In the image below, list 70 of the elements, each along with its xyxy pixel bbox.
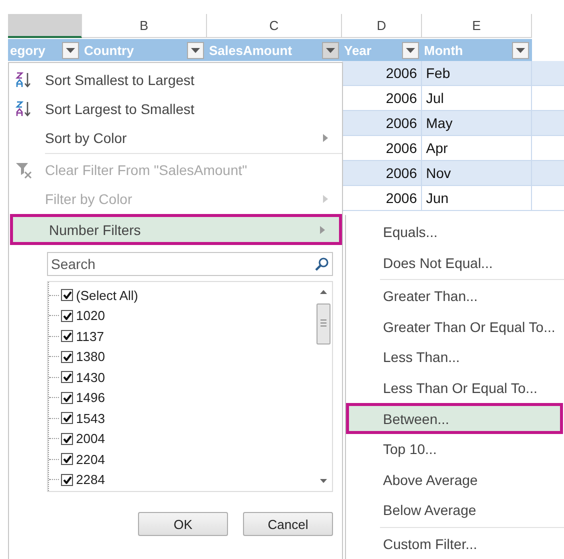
ok-button[interactable]: OK [138,512,228,536]
month-cell: Feb [422,61,532,85]
value-label: 1496 [76,390,105,406]
menu-item[interactable]: Does Not Equal... [346,248,564,278]
search-field[interactable]: Search [47,252,333,276]
filter-dropdown-button[interactable] [62,42,79,58]
header-label: egory [10,42,46,58]
value-label: 1430 [76,370,105,385]
submenu-arrow-icon [320,226,325,234]
dropdown-caret-icon [406,48,415,52]
checkbox[interactable] [61,371,73,384]
clear-filter-icon [15,160,33,178]
menu-item[interactable]: Equals... [346,217,564,248]
month-cell: Jun [422,186,532,210]
menu-item[interactable]: Top 10... [346,434,564,464]
checkbox[interactable] [61,289,73,302]
checkbox[interactable] [61,392,73,404]
month-cell: Apr [422,136,532,160]
column-header[interactable]: E [422,14,532,38]
cancel-button[interactable]: Cancel [243,512,333,536]
menu-item[interactable]: Greater Than Or Equal To... [346,312,564,342]
header-label: Month [424,42,463,58]
menu-item[interactable]: Between... [346,403,563,434]
value-label: 1543 [76,410,105,426]
submenu-arrow-icon [323,194,328,202]
month-cell: Nov [422,161,532,185]
menu-item[interactable]: Less Than... [346,342,564,372]
header-label: Year [344,42,372,58]
checkbox[interactable] [61,310,73,322]
menu-item[interactable]: Custom Filter... [346,528,564,559]
menu-item[interactable]: Sort Smallest to Largest [9,65,342,94]
menu-item[interactable]: Number Filters [10,214,342,245]
value-label: 1380 [76,349,105,364]
dropdown-caret-icon [66,48,75,52]
submenu-arrow-icon [323,134,328,142]
search-icon [315,257,329,271]
dropdown-caret-icon [516,48,525,52]
value-label: (Select All) [76,288,138,303]
checkbox[interactable] [61,453,73,466]
value-label: 1137 [76,328,104,344]
header-label: Country [84,42,134,58]
value-label: 2204 [76,452,105,467]
menu-item[interactable]: Sort Largest to Smallest [9,94,342,123]
value-label: 2284 [76,472,105,488]
month-cell: Jul [422,86,532,110]
checkbox[interactable] [61,474,73,486]
column-header[interactable]: C [207,14,342,38]
menu-item[interactable]: Above Average [346,464,564,495]
column-header[interactable]: D [342,14,422,38]
filter-dropdown-button[interactable] [187,42,204,58]
filter-dropdown-button[interactable] [402,42,419,58]
sort-descending-icon [15,100,33,118]
header-label: SalesAmount [209,42,292,58]
menu-item[interactable]: Less Than Or Equal To... [346,372,564,403]
menu-item[interactable]: Below Average [346,495,564,526]
menu-item[interactable]: Greater Than... [346,281,564,312]
dropdown-caret-icon [191,48,200,52]
column-header[interactable]: B [82,14,207,38]
value-label: 2004 [76,431,105,446]
checkbox[interactable] [61,350,73,363]
menu-item[interactable]: Sort by Color [9,123,342,152]
column-header[interactable] [8,14,82,38]
filter-dropdown-button[interactable] [512,42,529,58]
month-cell: May [422,111,532,135]
checkbox[interactable] [61,412,73,424]
filter-dropdown-button[interactable] [322,42,339,58]
dropdown-caret-icon [326,48,335,52]
value-label: 1020 [76,308,105,324]
checkbox[interactable] [61,432,73,445]
checkbox[interactable] [61,330,73,342]
